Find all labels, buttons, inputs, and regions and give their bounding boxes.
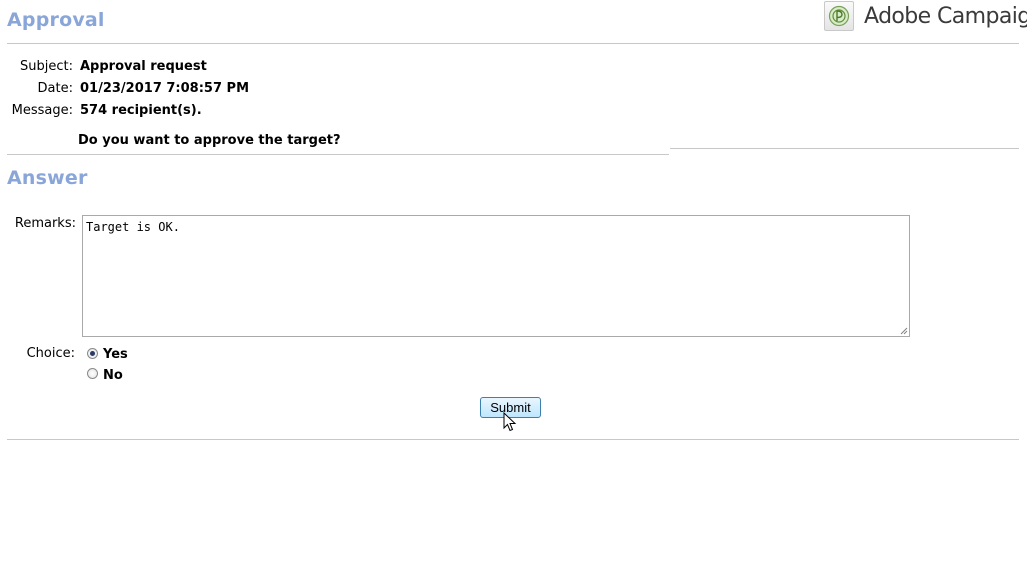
choice-no-label[interactable]: No xyxy=(103,368,123,383)
message-value: 574 recipient(s). xyxy=(80,103,202,118)
choice-yes-radio[interactable] xyxy=(87,348,98,359)
header-divider xyxy=(7,43,1019,44)
approval-question: Do you want to approve the target? xyxy=(78,133,341,148)
resize-grip-icon[interactable] xyxy=(899,326,908,335)
date-value: 01/23/2017 7:08:57 PM xyxy=(80,81,249,96)
remarks-textarea[interactable]: Target is OK. xyxy=(82,215,910,337)
remarks-label: Remarks: xyxy=(14,216,76,231)
adobe-campaign-logo-icon xyxy=(824,1,854,31)
date-label: Date: xyxy=(37,81,73,96)
brand-logo: Adobe Campaign xyxy=(824,1,1027,31)
details-divider-left xyxy=(7,154,669,155)
mouse-cursor-icon xyxy=(503,412,517,432)
subject-value: Approval request xyxy=(80,59,207,74)
choice-yes-label[interactable]: Yes xyxy=(103,347,128,362)
remarks-text: Target is OK. xyxy=(86,220,180,234)
details-divider-right xyxy=(670,148,1019,149)
footer-divider xyxy=(7,439,1019,440)
choice-label: Choice: xyxy=(26,346,75,361)
page-title: Approval xyxy=(7,9,105,31)
answer-title: Answer xyxy=(7,167,88,189)
subject-label: Subject: xyxy=(20,59,73,74)
message-label: Message: xyxy=(11,103,73,118)
choice-no-radio[interactable] xyxy=(87,368,98,379)
brand-name: Adobe Campaign xyxy=(864,3,1027,29)
